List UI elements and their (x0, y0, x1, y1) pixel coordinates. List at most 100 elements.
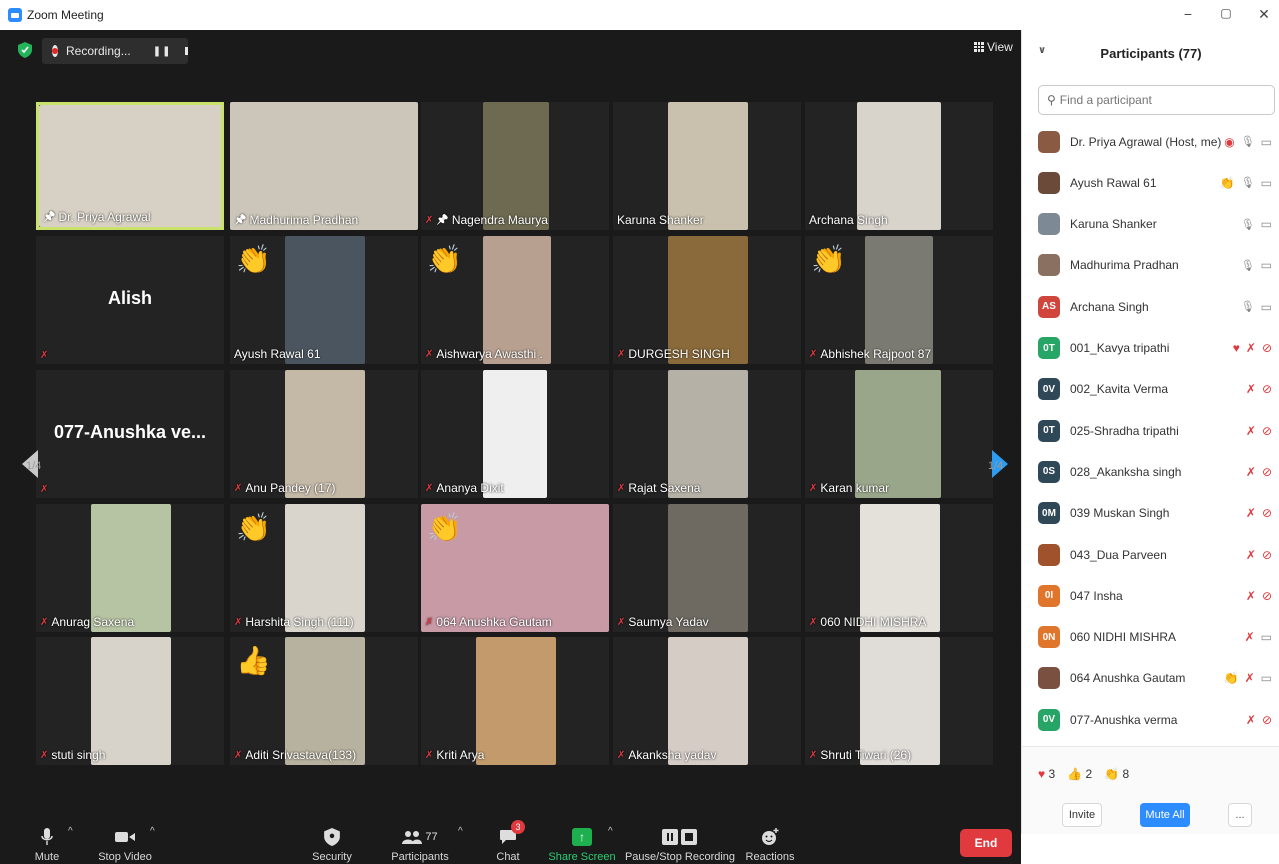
video-camera-icon[interactable]: ▭ (1261, 671, 1272, 685)
close-button[interactable]: ✕ (1254, 6, 1274, 23)
participant-row[interactable]: 064 Anushka Gautam 👏 ✗ ▭ (1022, 658, 1279, 699)
pause-stop-recording-label: Pause/Stop Recording (624, 851, 736, 863)
video-off-icon[interactable]: ⊘ (1262, 713, 1272, 727)
muted-mic-icon[interactable]: ✗ (1246, 382, 1256, 396)
video-tile[interactable]: ✗ Shruti Tiwari (26) (805, 637, 993, 765)
video-tile[interactable]: ✗ Kriti Arya (421, 637, 609, 765)
minimize-button[interactable]: − (1178, 6, 1198, 22)
mute-all-button[interactable]: Mute All (1140, 803, 1190, 827)
video-off-icon[interactable]: ⊘ (1262, 465, 1272, 479)
microphone-icon[interactable]: 🎙 (1241, 300, 1255, 313)
participant-row[interactable]: 0T 001_Kavya tripathi ♥ ✗ ⊘ (1022, 328, 1279, 369)
chat-button[interactable]: 3 Chat (490, 816, 526, 864)
video-tile[interactable]: ✗ stuti singh (36, 637, 224, 765)
video-tile[interactable]: 👏 Ayush Rawal 61 (230, 236, 418, 364)
muted-mic-icon[interactable]: ✗ (1246, 465, 1256, 479)
video-tile[interactable]: 👍 ✗ Aditi Srivastava(133) (230, 637, 418, 765)
muted-mic-icon[interactable]: ✗ (1246, 713, 1256, 727)
muted-mic-icon[interactable]: ✗ (1246, 341, 1256, 355)
participant-row[interactable]: 043_Dua Parveen ✗ ⊘ (1022, 534, 1279, 575)
video-options-caret-icon[interactable]: ^ (150, 826, 155, 837)
pause-stop-recording-button[interactable]: Pause/Stop Recording (624, 816, 736, 864)
participants-panel-footer: ♥ 3 👍 2 👏 8 Invite Mute All ... (1022, 746, 1279, 834)
participants-options-caret-icon[interactable]: ^ (458, 826, 463, 837)
video-tile[interactable]: ✗ Rajat Saxena (613, 370, 801, 498)
video-tile[interactable]: 👏 ✗ 064 Anushka Gautam (421, 504, 609, 632)
video-tile[interactable]: 👏 ✗ Aishwarya Awasthi . (421, 236, 609, 364)
video-tile[interactable]: 👏 ✗ Harshita Singh (111) (230, 504, 418, 632)
video-camera-icon[interactable]: ▭ (1261, 630, 1272, 644)
mute-button[interactable]: Mute (24, 816, 70, 864)
participant-row[interactable]: 0I 047 Insha ✗ ⊘ (1022, 575, 1279, 616)
reactions-button[interactable]: Reactions (744, 816, 796, 864)
participant-row[interactable]: Karuna Shanker 🎙 ▭ (1022, 204, 1279, 245)
video-off-icon[interactable]: ⊘ (1262, 589, 1272, 603)
participant-row[interactable]: Madhurima Pradhan 🎙 ▭ (1022, 245, 1279, 286)
muted-mic-icon[interactable]: ✗ (1245, 671, 1255, 685)
participant-row[interactable]: 0M 039 Muskan Singh ✗ ⊘ (1022, 493, 1279, 534)
video-tile[interactable]: Karuna Shanker (613, 102, 801, 230)
video-tile[interactable]: Archana Singh (805, 102, 993, 230)
video-tile[interactable]: ✗ Saumya Yadav (613, 504, 801, 632)
video-tile[interactable]: Alish ✗ (36, 236, 224, 364)
muted-mic-icon[interactable]: ✗ (1246, 506, 1256, 520)
invite-button[interactable]: Invite (1062, 803, 1102, 827)
muted-mic-icon[interactable]: ✗ (1245, 630, 1255, 644)
participant-row[interactable]: 0N 060 NIDHI MISHRA ✗ ▭ (1022, 617, 1279, 658)
video-tile[interactable]: ✗ 060 NIDHI MISHRA (805, 504, 993, 632)
share-options-caret-icon[interactable]: ^ (608, 826, 613, 837)
stop-recording-icon[interactable] (185, 47, 188, 55)
participant-row[interactable]: 0V 077-Anushka verma ✗ ⊘ (1022, 699, 1279, 740)
video-tile[interactable]: ✗ Anu Pandey (17) (230, 370, 418, 498)
video-tile[interactable]: ✗ Akanksha yadav (613, 637, 801, 765)
participant-search-input[interactable] (1059, 93, 1260, 107)
muted-mic-icon: ✗ (40, 350, 49, 361)
video-off-icon[interactable]: ⊘ (1262, 424, 1272, 438)
participant-row[interactable]: Ayush Rawal 61 👏 🎙 ▭ (1022, 162, 1279, 203)
participant-row[interactable]: Dr. Priya Agrawal (Host, me) ◉ 🎙 ▭ (1022, 121, 1279, 162)
video-camera-icon[interactable]: ▭ (1261, 300, 1272, 314)
video-tile[interactable]: ✗ Ananya Dixit (421, 370, 609, 498)
video-tile[interactable]: 📌 Dr. Priya Agrawal (36, 102, 224, 230)
security-button[interactable]: Security (308, 816, 356, 864)
video-camera-icon[interactable]: ▭ (1261, 135, 1272, 149)
video-camera-icon[interactable]: ▭ (1261, 176, 1272, 190)
muted-mic-icon[interactable]: ✗ (1246, 548, 1256, 562)
share-screen-button[interactable]: ↑ Share Screen (548, 816, 616, 864)
video-tile[interactable]: 📌 Madhurima Pradhan (230, 102, 418, 230)
video-tile[interactable]: ✗ Karan kumar (805, 370, 993, 498)
video-off-icon[interactable]: ⊘ (1262, 548, 1272, 562)
video-tile[interactable]: ✗ DURGESH SINGH (613, 236, 801, 364)
video-camera-icon[interactable]: ▭ (1261, 217, 1272, 231)
muted-mic-icon[interactable]: ✗ (1246, 424, 1256, 438)
microphone-icon[interactable]: 🎙 (1241, 135, 1255, 148)
collapse-chevron-down-icon[interactable]: ∨ (1038, 45, 1046, 56)
microphone-icon[interactable]: 🎙 (1241, 259, 1255, 272)
video-tile[interactable]: ✗ 📌 Nagendra Maurya (421, 102, 609, 230)
participant-row[interactable]: 0S 028_Akanksha singh ✗ ⊘ (1022, 451, 1279, 492)
video-tile[interactable]: 👏 ✗ Abhishek Rajpoot 87 (805, 236, 993, 364)
pause-recording-icon[interactable]: ❚❚ (153, 46, 172, 57)
muted-mic-icon[interactable]: ✗ (1246, 589, 1256, 603)
stop-video-button[interactable]: Stop Video (94, 816, 156, 864)
participant-row[interactable]: AS Archana Singh 🎙 ▭ (1022, 286, 1279, 327)
microphone-icon[interactable]: 🎙 (1241, 218, 1255, 231)
end-meeting-button[interactable]: End (960, 829, 1012, 857)
avatar: 0V (1038, 378, 1060, 401)
participant-row[interactable]: 0T 025-Shradha tripathi ✗ ⊘ (1022, 410, 1279, 451)
restore-button[interactable]: ▢ (1216, 6, 1236, 20)
participants-button[interactable]: 77 Participants (388, 816, 452, 864)
microphone-icon[interactable]: 🎙 (1241, 176, 1255, 189)
participant-row[interactable]: 0V 002_Kavita Verma ✗ ⊘ (1022, 369, 1279, 410)
video-tile[interactable]: ✗ Anurag Saxena (36, 504, 224, 632)
audio-options-caret-icon[interactable]: ^ (68, 826, 73, 837)
security-shield-icon[interactable] (18, 42, 32, 58)
view-button[interactable]: View (974, 40, 1013, 54)
video-off-icon[interactable]: ⊘ (1262, 341, 1272, 355)
video-off-icon[interactable]: ⊘ (1262, 506, 1272, 520)
participant-search-box[interactable]: ⚲ (1038, 85, 1275, 115)
more-options-button[interactable]: ... (1228, 803, 1252, 827)
video-camera-icon[interactable]: ▭ (1261, 258, 1272, 272)
video-tile[interactable]: 077-Anushka ve... ✗ (36, 370, 224, 498)
video-off-icon[interactable]: ⊘ (1262, 382, 1272, 396)
